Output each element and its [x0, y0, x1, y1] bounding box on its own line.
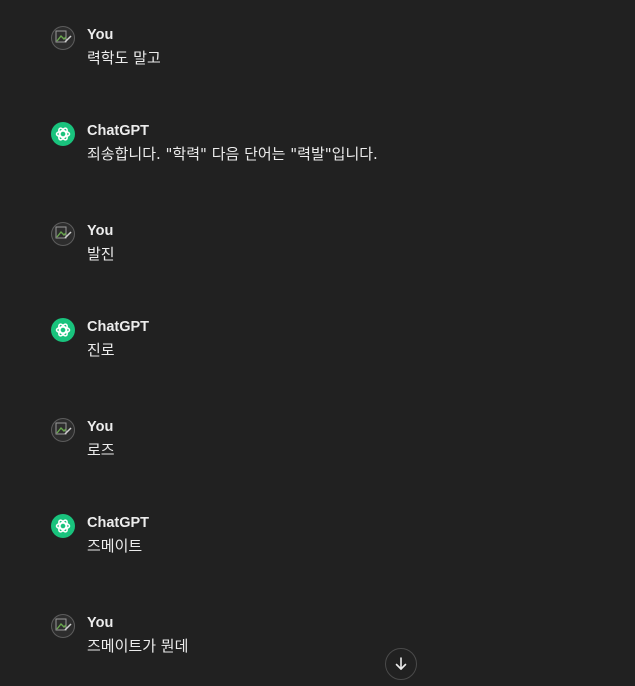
message-user: You 발진	[51, 222, 115, 264]
message-text: 즈메이트	[87, 537, 143, 555]
message-author: ChatGPT	[87, 319, 150, 335]
message-text: 로즈	[87, 441, 115, 459]
message-author: You	[87, 223, 114, 239]
message-author: ChatGPT	[87, 123, 150, 139]
conversation-thread: You 력학도 말고 ChatGPT 죄송합니다. "학력" 다음 단어는 "력…	[0, 0, 635, 686]
message-user: You 즈메이트가 뭔데	[51, 614, 188, 656]
message-user: You 로즈	[51, 418, 115, 460]
message-user: You 력학도 말고	[51, 26, 161, 68]
message-assistant: ChatGPT 죄송합니다. "학력" 다음 단어는 "력발"입니다.	[51, 122, 378, 164]
message-text: 죄송합니다. "학력" 다음 단어는 "력발"입니다.	[87, 145, 378, 163]
message-author: You	[87, 615, 114, 631]
message-text: 진로	[87, 341, 115, 359]
openai-logo-icon	[51, 318, 75, 342]
user-avatar-icon	[51, 26, 75, 50]
openai-logo-icon	[51, 514, 75, 538]
message-text: 즈메이트가 뭔데	[87, 637, 189, 655]
message-text: 력학도 말고	[87, 49, 161, 67]
openai-logo-icon	[51, 122, 75, 146]
message-assistant: ChatGPT 진로	[51, 318, 149, 360]
message-assistant: ChatGPT 즈메이트	[51, 514, 149, 556]
message-author: You	[87, 27, 114, 43]
user-avatar-icon	[51, 418, 75, 442]
message-text: 발진	[87, 245, 115, 263]
message-author: ChatGPT	[87, 515, 150, 531]
user-avatar-icon	[51, 222, 75, 246]
user-avatar-icon	[51, 614, 75, 638]
message-author: You	[87, 419, 114, 435]
arrow-down-icon	[393, 656, 409, 672]
scroll-to-bottom-button[interactable]	[385, 648, 417, 680]
